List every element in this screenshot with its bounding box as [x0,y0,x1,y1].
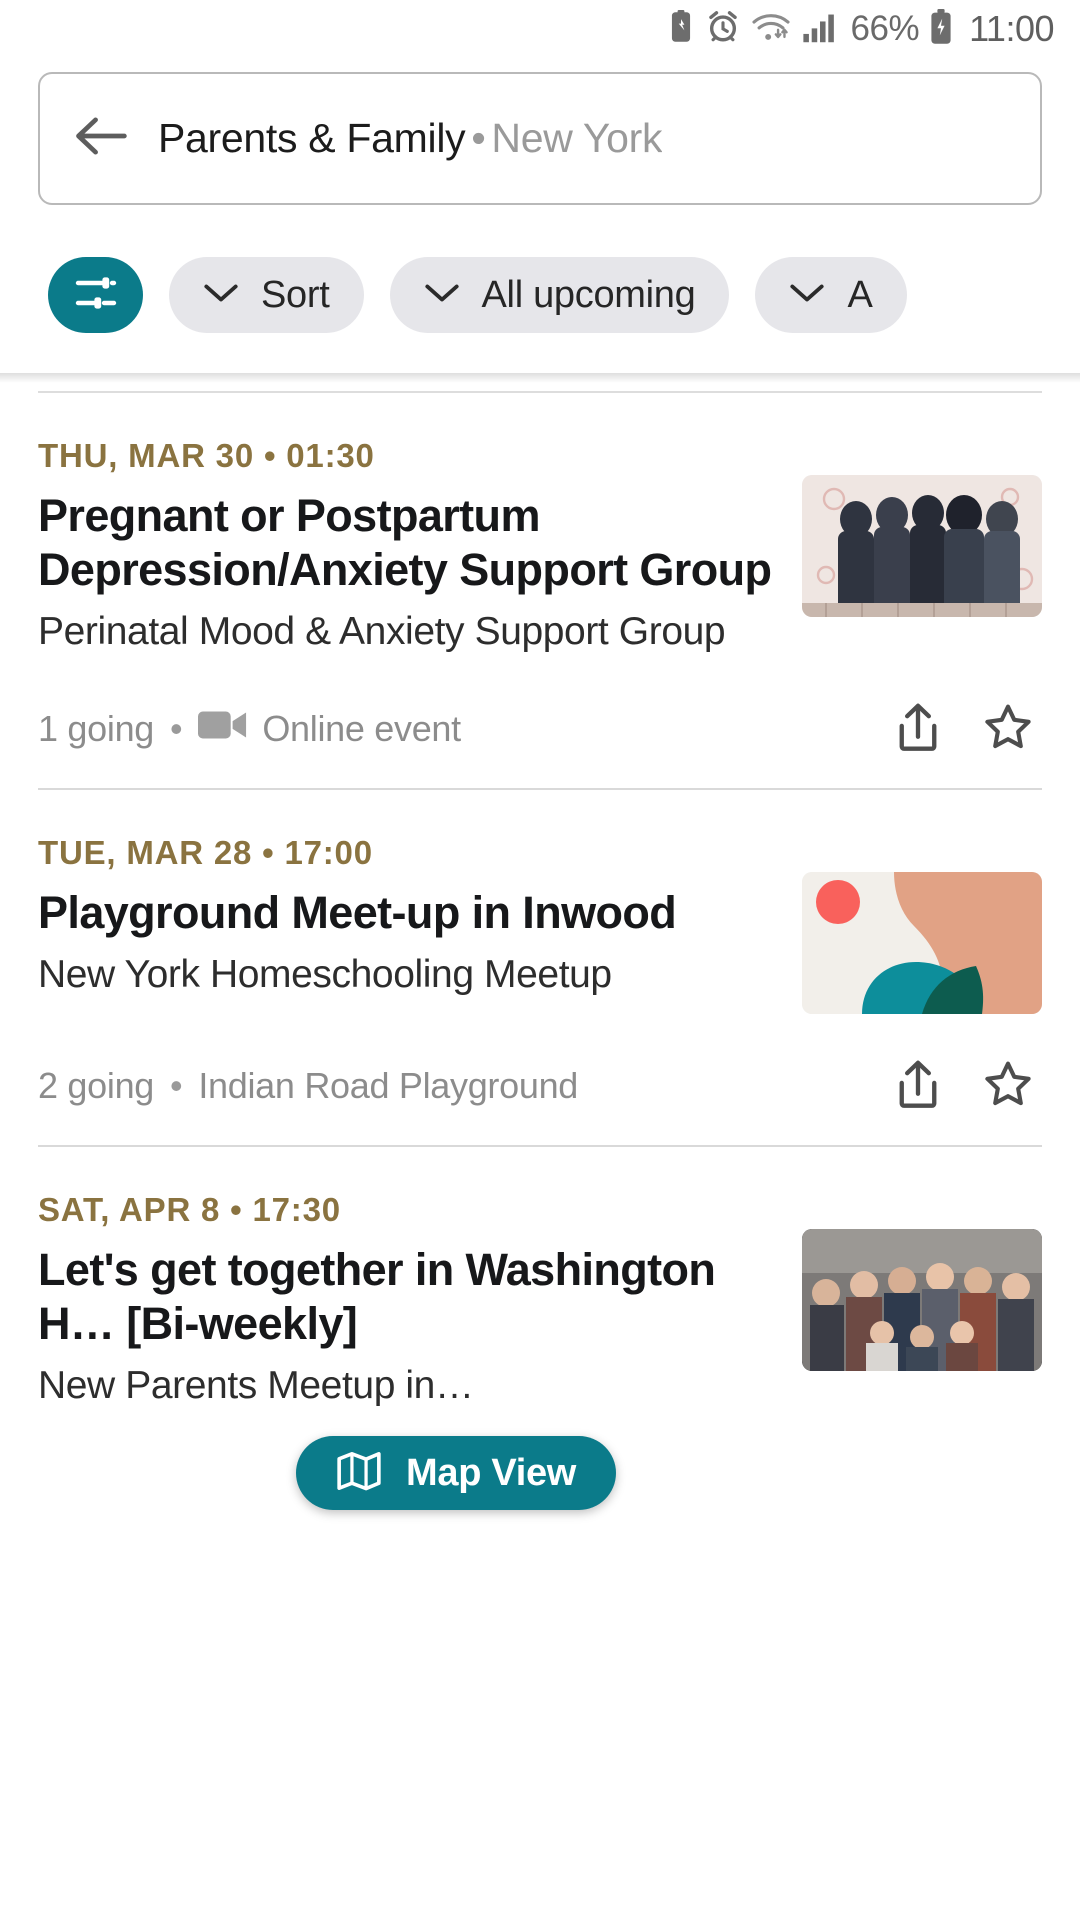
event-group: Perinatal Mood & Anxiety Support Group [38,610,726,653]
search-query[interactable]: Parents & Family • New York [158,115,662,162]
event-venue: Indian Road Playground [198,1065,579,1107]
star-outline-icon[interactable] [982,1058,1034,1115]
back-arrow-icon[interactable] [74,114,128,163]
charging-battery-icon [928,8,954,50]
event-card[interactable]: THU, MAR 30 • 01:30 Pregnant or Postpart… [38,393,1042,790]
chevron-down-icon [424,281,460,310]
header-shadow [0,373,1080,383]
filter-button[interactable] [48,257,143,333]
share-icon[interactable] [894,1058,942,1115]
share-icon[interactable] [894,701,942,758]
event-thumbnail [802,475,1042,617]
star-outline-icon[interactable] [982,701,1034,758]
event-group: New York Homeschooling Meetup [38,952,612,996]
event-meta-row: 2 going • Indian Road Playground [38,1058,1042,1145]
chevron-down-icon [789,281,825,310]
chevron-down-icon [203,281,239,310]
filter-chips-row: Sort All upcoming A [0,205,1080,373]
search-query-text: Parents & Family [158,115,466,161]
event-date: TUE, MAR 28 • 17:00 [38,833,373,871]
status-bar: 66% 11:00 [0,0,1080,58]
signal-icon [802,10,838,49]
meta-separator: • [170,708,183,750]
alarm-icon [706,10,740,49]
chip-any-distance[interactable]: A [755,257,907,333]
event-date: SAT, APR 8 • 17:30 [38,1190,341,1228]
event-meta-row: 1 going • Online event [38,701,1042,788]
event-date: THU, MAR 30 • 01:30 [38,437,375,474]
map-view-button[interactable]: Map View [296,1436,617,1510]
event-list: THU, MAR 30 • 01:30 Pregnant or Postpart… [0,391,1080,1411]
event-meta-left: 1 going • Online event [38,708,461,751]
sliders-icon [72,269,120,322]
event-thumbnail [802,871,1042,1014]
event-title: Let's get together in Washington H… [Bi-… [38,1243,716,1349]
video-camera-icon [198,708,248,751]
meta-separator: • [170,1065,183,1107]
event-attendees: 1 going [38,708,155,750]
status-clock: 11:00 [969,8,1054,49]
event-title: Pregnant or Postpartum Depression/Anxiet… [38,490,772,595]
event-actions [894,701,1042,758]
map-view-label: Map View [406,1451,577,1494]
chip-all-upcoming[interactable]: All upcoming [389,257,730,333]
chip-all-upcoming-label: All upcoming [481,273,696,316]
chip-sort[interactable]: Sort [169,257,364,333]
event-actions [894,1058,1042,1115]
chip-sort-label: Sort [261,273,330,316]
battery-percent: 66% [850,9,920,48]
battery-saver-icon [667,9,695,49]
event-group: New Parents Meetup in… [38,1363,474,1407]
map-icon [336,1450,382,1497]
event-venue: Online event [262,708,461,750]
event-card[interactable]: SAT, APR 8 • 17:30 Let's get together in… [38,1147,1042,1411]
search-bar[interactable]: Parents & Family • New York [38,72,1042,205]
event-thumbnail [802,1228,1042,1371]
event-title: Playground Meet-up in Inwood [38,886,677,938]
search-bar-container: Parents & Family • New York [0,58,1080,205]
event-attendees: 2 going [38,1065,155,1107]
search-location-text: New York [491,115,663,161]
search-separator: • [471,115,486,161]
wifi-icon [751,10,791,49]
chip-any-distance-label: A [847,273,873,316]
event-card[interactable]: TUE, MAR 28 • 17:00 Playground Meet-up i… [38,790,1042,1147]
event-meta-left: 2 going • Indian Road Playground [38,1065,578,1107]
